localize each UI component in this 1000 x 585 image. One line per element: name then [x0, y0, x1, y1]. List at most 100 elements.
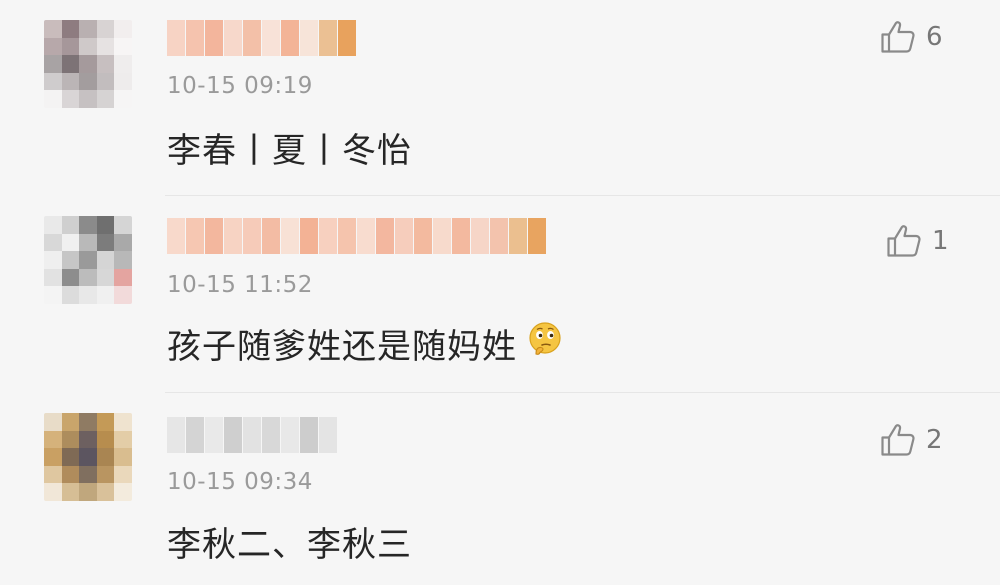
- comment-text: 孩子随爹姓还是随妈姓: [167, 320, 563, 367]
- mosaic-cell: [79, 448, 97, 466]
- mosaic-cell: [44, 413, 62, 431]
- mosaic-cell: [114, 72, 132, 91]
- thinking-face-icon: [527, 321, 563, 366]
- mosaic-cell: [44, 233, 62, 252]
- mosaic-cell: [44, 430, 62, 449]
- mosaic-cell: [61, 20, 80, 38]
- mosaic-cell: [44, 72, 62, 91]
- mosaic-cell: [357, 218, 375, 254]
- comment-item: 10-15 09:19 李春丨夏丨冬怡 6: [0, 0, 1000, 195]
- mosaic-cell: [61, 413, 80, 431]
- like-count: 2: [926, 425, 943, 455]
- mosaic-cell: [96, 430, 115, 449]
- like-button[interactable]: 1: [886, 224, 949, 258]
- mosaic-cell: [114, 430, 132, 449]
- mosaic-cell: [281, 218, 299, 254]
- mosaic-cell: [96, 55, 115, 73]
- mosaic-cell: [61, 72, 80, 91]
- mosaic-cell: [114, 90, 132, 108]
- thumbs-up-icon: [887, 225, 921, 257]
- mosaic-cell: [338, 218, 356, 254]
- username[interactable]: [167, 218, 547, 254]
- mosaic-cell: [114, 216, 132, 234]
- avatar[interactable]: [44, 413, 132, 501]
- mosaic-cell: [79, 251, 97, 269]
- mosaic-cell: [44, 448, 62, 466]
- mosaic-cell: [262, 417, 280, 453]
- mosaic-cell: [96, 216, 115, 234]
- mosaic-cell: [96, 233, 115, 252]
- mosaic-cell: [79, 90, 97, 108]
- mosaic-cell: [79, 37, 97, 56]
- like-button[interactable]: 6: [880, 20, 943, 54]
- mosaic-cell: [186, 20, 204, 56]
- mosaic-cell: [79, 216, 97, 234]
- mosaic-cell: [79, 483, 97, 501]
- mosaic-cell: [79, 268, 97, 287]
- mosaic-cell: [243, 20, 261, 56]
- mosaic-cell: [44, 37, 62, 56]
- mosaic-cell: [452, 218, 470, 254]
- mosaic-cell: [44, 90, 62, 108]
- mosaic-cell: [79, 72, 97, 91]
- mosaic-cell: [96, 37, 115, 56]
- comment-list: 10-15 09:19 李春丨夏丨冬怡 6 10-15 11:52 孩子随爹姓还…: [0, 0, 1000, 585]
- mosaic-cell: [224, 218, 242, 254]
- mosaic-cell: [262, 218, 280, 254]
- mosaic-cell: [44, 465, 62, 484]
- like-button[interactable]: 2: [880, 423, 943, 457]
- mosaic-cell: [61, 430, 80, 449]
- mosaic-cell: [61, 90, 80, 108]
- mosaic-cell: [114, 448, 132, 466]
- mosaic-cell: [114, 37, 132, 56]
- mosaic-cell: [262, 20, 280, 56]
- mosaic-cell: [114, 233, 132, 252]
- comment-text-content: 李春丨夏丨冬怡: [167, 130, 412, 171]
- mosaic-cell: [205, 417, 223, 453]
- username[interactable]: [167, 20, 357, 56]
- mosaic-cell: [300, 417, 318, 453]
- mosaic-cell: [186, 417, 204, 453]
- mosaic-cell: [167, 417, 185, 453]
- mosaic-cell: [96, 483, 115, 501]
- mosaic-cell: [44, 483, 62, 501]
- mosaic-cell: [96, 286, 115, 304]
- mosaic-cell: [319, 417, 337, 453]
- mosaic-cell: [376, 218, 394, 254]
- mosaic-cell: [414, 218, 432, 254]
- mosaic-cell: [114, 55, 132, 73]
- mosaic-cell: [114, 465, 132, 484]
- mosaic-cell: [224, 417, 242, 453]
- comment-text: 李秋二、李秋三: [167, 518, 412, 565]
- mosaic-cell: [44, 216, 62, 234]
- mosaic-cell: [167, 218, 185, 254]
- mosaic-cell: [114, 413, 132, 431]
- like-count: 6: [926, 22, 943, 52]
- username[interactable]: [167, 417, 338, 453]
- mosaic-cell: [61, 483, 80, 501]
- mosaic-cell: [205, 20, 223, 56]
- mosaic-cell: [300, 20, 318, 56]
- mosaic-cell: [79, 55, 97, 73]
- comment-text-content: 李秋二、李秋三: [167, 524, 412, 565]
- mosaic-cell: [96, 251, 115, 269]
- mosaic-cell: [433, 218, 451, 254]
- mosaic-cell: [44, 286, 62, 304]
- mosaic-cell: [395, 218, 413, 254]
- mosaic-cell: [61, 465, 80, 484]
- mosaic-cell: [44, 251, 62, 269]
- mosaic-cell: [167, 20, 185, 56]
- avatar[interactable]: [44, 20, 132, 108]
- mosaic-cell: [61, 251, 80, 269]
- mosaic-cell: [114, 20, 132, 38]
- mosaic-cell: [61, 268, 80, 287]
- thumbs-up-icon: [881, 424, 915, 456]
- mosaic-cell: [96, 20, 115, 38]
- avatar[interactable]: [44, 216, 132, 304]
- thumbs-up-icon: [881, 21, 915, 53]
- mosaic-cell: [186, 218, 204, 254]
- mosaic-cell: [96, 90, 115, 108]
- mosaic-cell: [79, 286, 97, 304]
- like-count: 1: [932, 226, 949, 256]
- mosaic-cell: [114, 286, 132, 304]
